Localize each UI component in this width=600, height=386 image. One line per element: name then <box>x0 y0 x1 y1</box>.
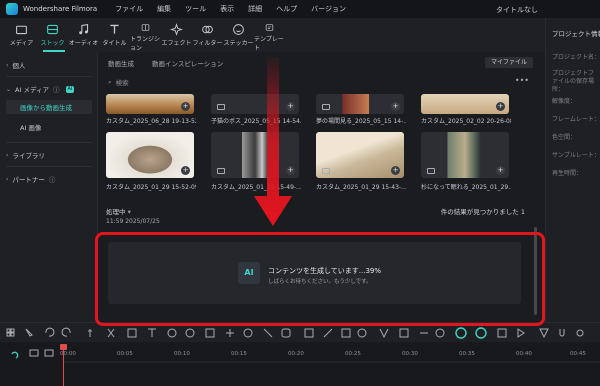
highlight-frame <box>95 232 545 326</box>
annotation-arrow <box>254 57 292 226</box>
